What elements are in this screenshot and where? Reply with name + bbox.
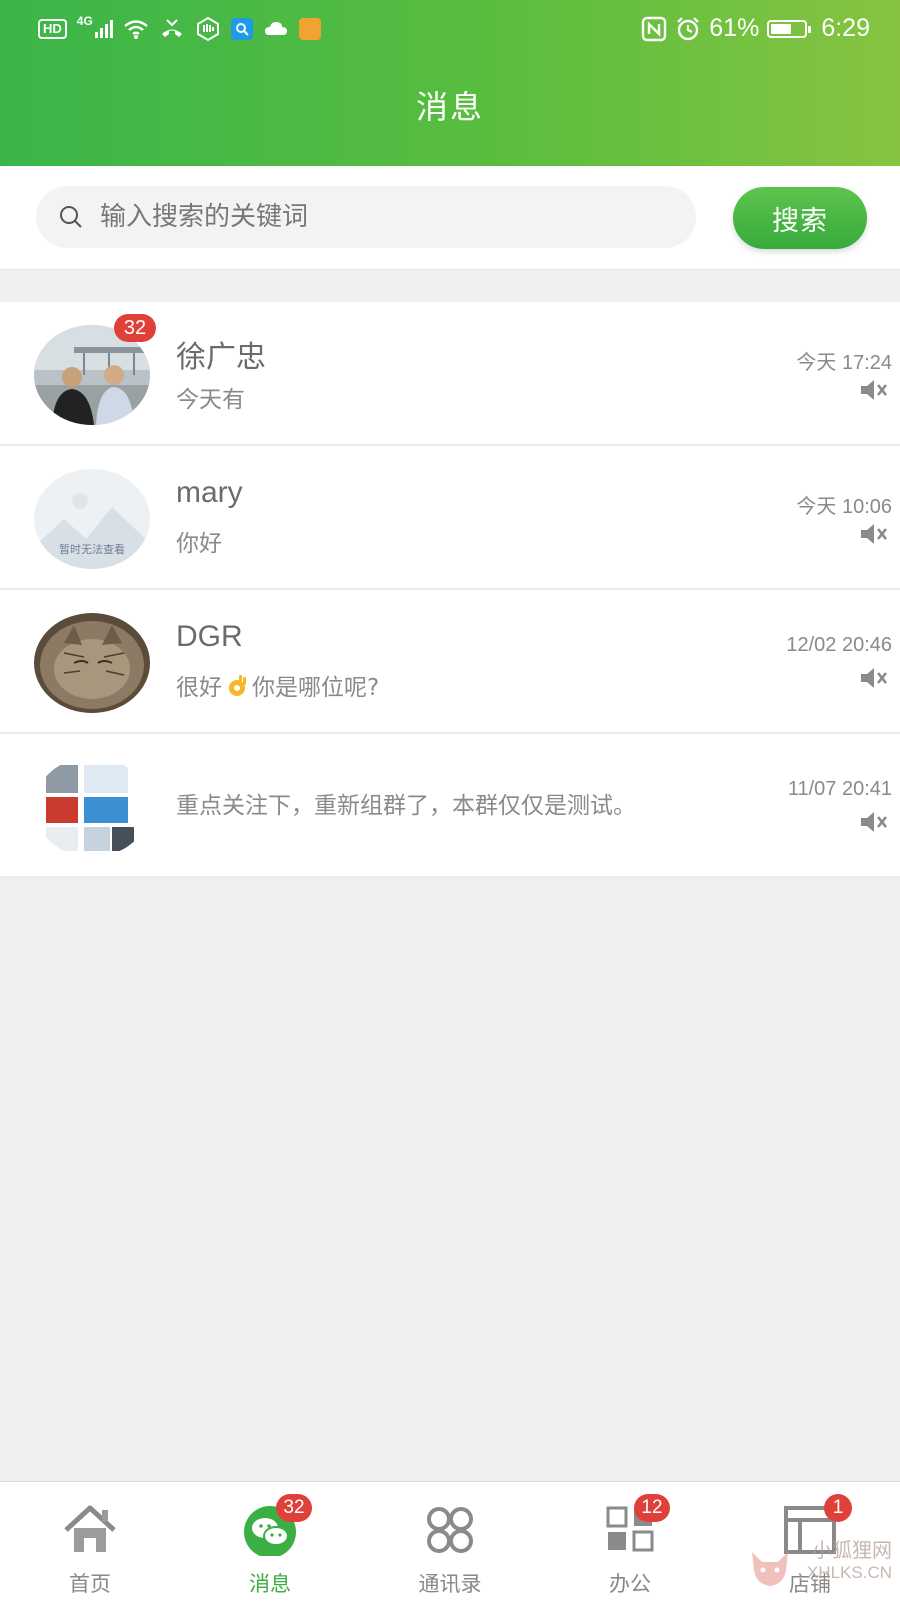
search-input[interactable] (98, 201, 662, 233)
clock: 6:29 (821, 14, 870, 42)
status-bar: HD 4G 61% 6:29 (0, 0, 900, 60)
group-avatar (34, 757, 150, 857)
chat-name: DGR (176, 620, 243, 653)
preview-text: 很好 (176, 675, 222, 701)
watermark-fox-logo (752, 1552, 788, 1586)
nav-badge-messages: 32 (276, 1494, 312, 1522)
chat-name: 徐广忠 (176, 340, 266, 375)
muted-icon (861, 524, 888, 544)
unread-badge: 32 (114, 314, 156, 342)
chat-name: mary (176, 476, 243, 509)
search-bar: 搜索 (0, 166, 900, 270)
nav-item-contacts[interactable]: 通讯录 (360, 1482, 540, 1601)
chat-preview: 你好 (176, 531, 222, 557)
chat-time: 今天 10:06 (796, 496, 892, 518)
muted-icon (861, 380, 888, 400)
battery-level (771, 23, 791, 34)
watermark: 小狐狸网 XHLKS.CN (807, 1540, 892, 1584)
battery-icon (767, 19, 812, 38)
wifi-icon (124, 20, 148, 39)
ok-hand-emoji-icon (229, 675, 246, 696)
hd-indicator: HD (38, 19, 67, 39)
nav-label-home: 首页 (69, 1572, 111, 1596)
cloud-icon (264, 22, 287, 35)
preview-text: 你是哪位呢? (252, 675, 380, 701)
page-title: 消息 (415, 88, 484, 126)
nav-label-contacts: 通讯录 (418, 1572, 482, 1596)
chat-item[interactable]: 32 徐广忠 今天有 今天 17:24 (0, 302, 900, 446)
home-icon (64, 1505, 116, 1552)
nav-badge-office: 12 (634, 1494, 670, 1522)
avatar: 暂时无法查看 (34, 469, 150, 569)
nav-item-messages[interactable]: 消息 32 (180, 1482, 360, 1601)
chat-preview: 今天有 (176, 387, 245, 413)
nfc-icon (642, 16, 667, 41)
chat-item[interactable]: 重点关注下，重新组群了，本群仅仅是测试。 11/07 20:41 (0, 734, 900, 878)
battery-percent: 61% (709, 14, 760, 42)
chat-time: 11/07 20:41 (787, 778, 892, 800)
nav-item-office[interactable]: 办公 12 (540, 1482, 720, 1601)
chat-item[interactable]: 暂时无法查看 mary 你好 今天 10:06 (0, 446, 900, 590)
chat-list: 32 徐广忠 今天有 今天 17:24 暂时无法查看 mary 你好 今天 10… (0, 302, 900, 878)
muted-icon (861, 812, 888, 832)
signal-icon: 4G (77, 14, 113, 38)
missed-call-icon (161, 19, 182, 37)
contacts-icon (427, 1507, 473, 1553)
search-field[interactable] (36, 186, 696, 248)
nav-label-messages: 消息 (249, 1572, 291, 1596)
avatar (34, 613, 150, 713)
nav-item-home[interactable]: 首页 (0, 1482, 180, 1601)
notification-app-icon (298, 18, 321, 40)
app-header: HD 4G 61% 6:29 消息 (0, 0, 900, 166)
search-icon (60, 206, 82, 228)
chat-preview: 重点关注下，重新组群了，本群仅仅是测试。 (176, 793, 636, 819)
chat-time: 今天 17:24 (796, 352, 892, 374)
watermark-line1: 小狐狸网 (812, 1540, 892, 1562)
chat-item[interactable]: DGR 很好 你是哪位呢? 12/02 20:46 (0, 590, 900, 734)
hand-app-icon (196, 16, 219, 42)
chat-time: 12/02 20:46 (786, 634, 892, 656)
alarm-icon (677, 16, 700, 40)
chat-preview: 很好 你是哪位呢? (176, 668, 379, 702)
muted-icon (861, 668, 888, 688)
search-button[interactable]: 搜索 (733, 187, 867, 249)
watermark-line2: XHLKS.CN (806, 1563, 892, 1582)
search-app-icon (230, 18, 253, 40)
nav-label-office: 办公 (609, 1572, 651, 1596)
nav-badge-store: 1 (824, 1494, 852, 1522)
network-type-label: 4G (76, 14, 93, 28)
avatar-placeholder-text: 暂时无法查看 (59, 543, 125, 556)
